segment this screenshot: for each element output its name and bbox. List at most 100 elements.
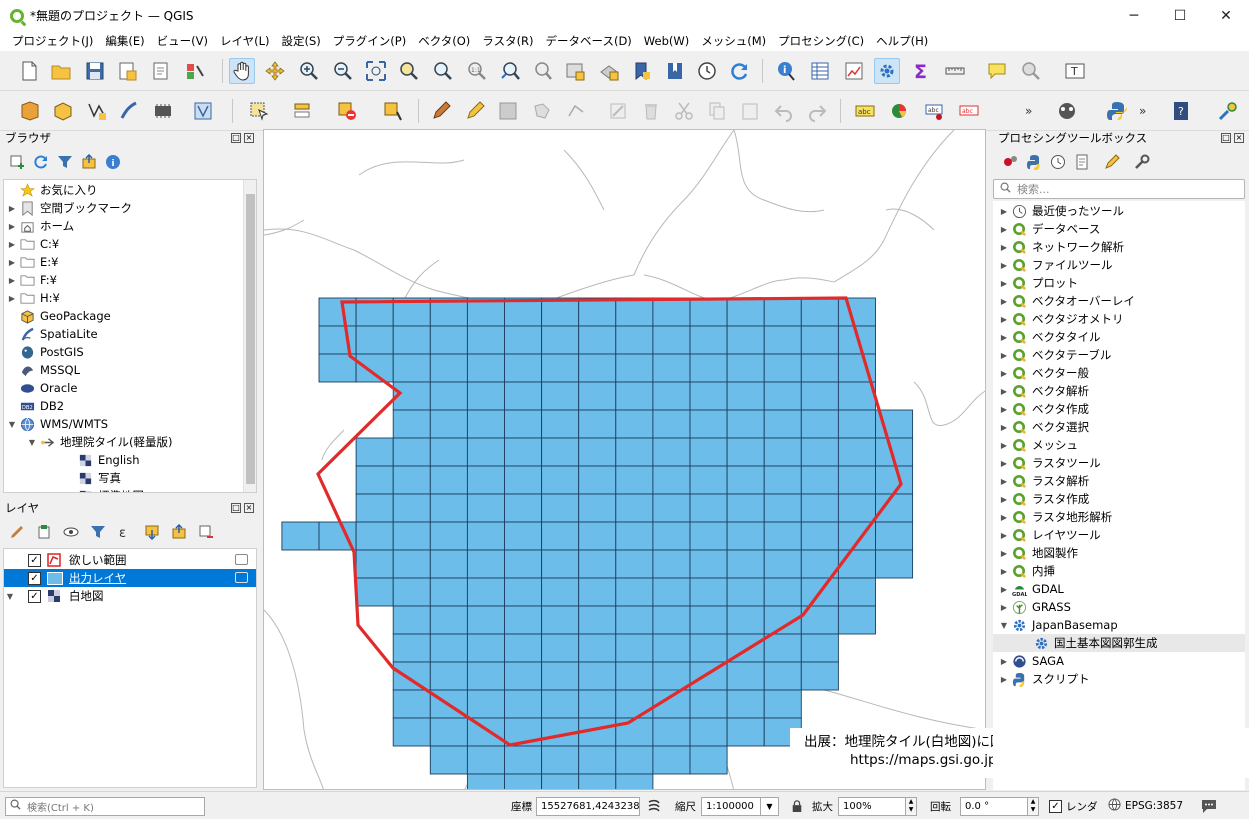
expand-arrow-icon[interactable]: ▶	[6, 222, 18, 231]
layer-visibility-checkbox[interactable]: ✓	[28, 571, 41, 585]
coordinate-value[interactable]: 15527681,4243238	[536, 796, 640, 816]
expand-arrow-icon[interactable]: ▶	[6, 294, 18, 303]
zoom-last-icon[interactable]	[497, 58, 523, 84]
magnifier-value[interactable]: 100%	[838, 796, 906, 816]
crs-button[interactable]: EPSG:3857	[1108, 796, 1183, 816]
hide-label-icon[interactable]: abc	[956, 98, 982, 124]
menu-item[interactable]: ヘルプ(H)	[870, 33, 934, 49]
map-canvas[interactable]	[263, 129, 986, 790]
rotation-value[interactable]: 0.0 °	[960, 796, 1028, 816]
layer-row-output-layer[interactable]: ✓ 出力レイヤ	[4, 569, 256, 587]
menu-item[interactable]: ベクタ(O)	[412, 33, 476, 49]
identify-features-icon[interactable]: i	[773, 58, 799, 84]
expand-arrow-icon[interactable]: ▶	[6, 204, 18, 213]
show-bookmarks-icon[interactable]	[662, 58, 688, 84]
python-console-icon[interactable]	[1104, 98, 1130, 124]
expand-arrow-icon[interactable]: ▶	[997, 315, 1011, 324]
memory-layer-indicator-icon[interactable]	[235, 572, 248, 583]
scripts-icon[interactable]	[1025, 154, 1042, 171]
deselect-features-icon[interactable]	[334, 98, 360, 124]
processing-provider-item[interactable]: ▶ 最近使ったツール	[993, 202, 1124, 220]
layout-manager-icon[interactable]	[148, 58, 174, 84]
processing-provider-item[interactable]: ▶ 地図製作	[993, 544, 1078, 562]
processing-algorithm-item[interactable]: 国土基本図図郭生成	[993, 634, 1245, 652]
properties-icon[interactable]: i	[104, 154, 121, 171]
render-checkbox[interactable]: ✓	[1049, 799, 1062, 813]
paste-features-icon[interactable]	[737, 98, 763, 124]
close-panel-icon[interactable]: ×	[1234, 133, 1244, 143]
new-geopackage-layer-icon[interactable]	[50, 98, 76, 124]
locator-search-icon[interactable]	[1018, 58, 1044, 84]
save-project-icon[interactable]	[82, 58, 108, 84]
processing-provider-item[interactable]: ▶ メッシュ	[993, 436, 1078, 454]
menu-item[interactable]: レイヤ(L)	[214, 33, 276, 49]
vertex-tool-icon[interactable]	[563, 98, 589, 124]
expand-arrow-icon[interactable]: ▶	[997, 243, 1011, 252]
zoom-next-icon[interactable]	[529, 58, 555, 84]
expand-arrow-icon[interactable]: ▶	[997, 351, 1011, 360]
chevron-down-icon[interactable]: ▼	[761, 796, 779, 816]
collapse-arrow-icon[interactable]: ▼	[6, 420, 18, 429]
expand-arrow-icon[interactable]: ▶	[997, 549, 1011, 558]
diagram-tool-icon[interactable]	[886, 98, 912, 124]
browser-item[interactable]: お気に入り	[6, 181, 98, 199]
menu-item[interactable]: プロセシング(C)	[772, 33, 870, 49]
new-virtual-layer-icon[interactable]	[150, 98, 176, 124]
toggle-editing-icon[interactable]	[462, 98, 488, 124]
scale-value[interactable]: 1:100000	[701, 796, 761, 816]
float-panel-icon[interactable]: □	[231, 133, 241, 143]
attribute-table-icon[interactable]	[807, 58, 833, 84]
expand-arrow-icon[interactable]: ▶	[997, 477, 1011, 486]
close-button[interactable]: ✕	[1203, 0, 1249, 31]
new-3d-map-view-icon[interactable]	[596, 58, 622, 84]
locator-search-field[interactable]: 検索(Ctrl + K)	[5, 796, 205, 816]
zoom-out-icon[interactable]	[330, 58, 356, 84]
add-group-icon[interactable]	[35, 524, 52, 541]
browser-item[interactable]: ▶ 空間ブックマーク	[6, 199, 132, 217]
processing-provider-item[interactable]: ▶ ベクタ解析	[993, 382, 1089, 400]
delete-selected-icon[interactable]	[638, 98, 664, 124]
processing-provider-item[interactable]: ▶ ベクタジオメトリ	[993, 310, 1124, 328]
float-panel-icon[interactable]: □	[1221, 133, 1231, 143]
options-icon[interactable]	[1133, 154, 1150, 171]
spin-arrows-icon[interactable]: ▲ ▼	[1028, 796, 1039, 816]
save-edits-icon[interactable]	[495, 98, 521, 124]
refresh-icon[interactable]	[726, 58, 752, 84]
expand-arrow-icon[interactable]: ▶	[997, 513, 1011, 522]
browser-item[interactable]: MSSQL	[6, 361, 80, 379]
visibility-icon[interactable]	[62, 524, 79, 541]
temporal-controller-icon[interactable]	[694, 58, 720, 84]
expand-arrow-icon[interactable]: ▶	[997, 261, 1011, 270]
expand-arrow-icon[interactable]: ▶	[997, 207, 1011, 216]
filter-icon[interactable]	[56, 154, 73, 171]
maximize-button[interactable]: ☐	[1157, 0, 1203, 31]
float-panel-icon[interactable]: □	[231, 503, 241, 513]
lock-scale-icon[interactable]	[791, 796, 803, 816]
expand-arrow-icon[interactable]: ▶	[997, 585, 1011, 594]
measure-icon[interactable]	[942, 58, 968, 84]
browser-item[interactable]: Oracle	[6, 379, 77, 397]
zoom-native-icon[interactable]: 1:1	[464, 58, 490, 84]
new-spatialite-layer-icon[interactable]	[116, 98, 142, 124]
browser-item[interactable]: ▶ F:¥	[6, 271, 57, 289]
processing-provider-item[interactable]: ▶ ベクタ選択	[993, 418, 1089, 436]
browser-item[interactable]: GeoPackage	[6, 307, 111, 325]
expand-arrow-icon[interactable]: ▶	[997, 369, 1011, 378]
redo-icon[interactable]	[804, 98, 830, 124]
processing-provider-item[interactable]: ▶ プロット	[993, 274, 1078, 292]
expand-arrow-icon[interactable]: ▶	[997, 531, 1011, 540]
plugin-manager-icon[interactable]	[1215, 98, 1241, 124]
layer-row-base-map[interactable]: ▼ ✓ 白地図	[4, 587, 256, 605]
select-by-value-icon[interactable]	[290, 98, 316, 124]
add-selected-layers-icon[interactable]	[8, 154, 25, 171]
new-bookmark-icon[interactable]	[628, 58, 654, 84]
expand-arrow-icon[interactable]: ▶	[997, 675, 1011, 684]
expand-arrow-icon[interactable]: ▶	[997, 441, 1011, 450]
collapse-arrow-icon[interactable]: ▼	[26, 438, 38, 447]
processing-provider-item[interactable]: ▶ データベース	[993, 220, 1101, 238]
pin-label-icon[interactable]: abc	[922, 98, 948, 124]
processing-provider-item[interactable]: ▶ スクリプト	[993, 670, 1090, 688]
label-tool-icon[interactable]: abc	[852, 98, 878, 124]
messages-icon[interactable]	[1200, 796, 1218, 816]
collapse-all-icon[interactable]	[80, 154, 97, 171]
